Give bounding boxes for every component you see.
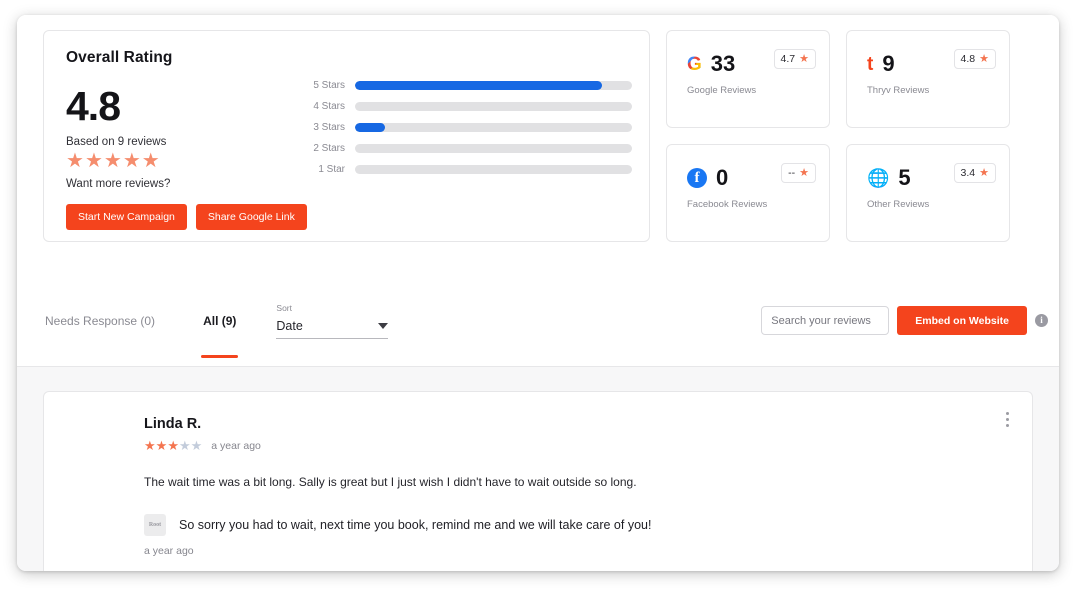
rating-bar-label: 1 Star	[318, 164, 345, 175]
stat-card-count: 33	[710, 51, 736, 76]
star-icon: ★	[155, 438, 168, 453]
stat-card-label: Google Reviews	[687, 85, 757, 96]
rating-bar-row: 1 Star	[302, 159, 632, 180]
review-meta: ★ ★ ★ ★ ★ a year ago	[144, 439, 1006, 452]
stat-card-rating-badge: 3.4 ★	[953, 163, 996, 183]
star-icon: ★	[122, 150, 141, 172]
rating-bar-row: 3 Stars	[302, 117, 632, 138]
rating-bar-label: 3 Stars	[313, 122, 345, 133]
review-reply-text: So sorry you had to wait, next time you …	[179, 518, 652, 532]
stat-card-label: Facebook Reviews	[687, 199, 768, 210]
app-window: Overall Rating 4.8 Based on 9 reviews ★ ★…	[17, 15, 1059, 571]
star-icon: ★	[979, 52, 989, 65]
stat-card-rating-value: 4.8	[960, 53, 976, 65]
overall-actions: Start New Campaign Share Google Link	[66, 204, 627, 230]
stat-card-rating-value: 4.7	[780, 53, 796, 65]
star-icon: ★	[66, 150, 84, 172]
stat-card-rating-value: 3.4	[960, 167, 976, 179]
sort-selected-value: Date	[276, 318, 303, 333]
sort-select[interactable]: Date	[276, 316, 389, 339]
share-google-link-button[interactable]: Share Google Link	[195, 204, 307, 230]
stat-card-google-reviews[interactable]: G 33 Google Reviews 4.7 ★	[666, 30, 830, 128]
review-card: Linda R. ★ ★ ★ ★ ★ a year ago The wait time …	[43, 391, 1033, 571]
embed-on-website-button[interactable]: Embed on Website	[897, 306, 1027, 335]
stat-card-thryv-reviews[interactable]: t 9 Thryv Reviews 4.8 ★	[846, 30, 1010, 128]
info-icon[interactable]: i	[1035, 314, 1048, 327]
star-icon: ★	[144, 438, 156, 453]
rating-bar-label: 4 Stars	[313, 101, 345, 112]
stat-card-count: 5	[898, 165, 911, 190]
stat-card-label: Other Reviews	[867, 199, 930, 210]
review-body-text: The wait time was a bit long. Sally is g…	[144, 475, 637, 489]
sort-control[interactable]: Sort Date	[276, 302, 389, 339]
rating-bar-fill	[355, 123, 386, 132]
start-new-campaign-button[interactable]: Start New Campaign	[66, 204, 187, 230]
review-options-kebab-icon[interactable]	[1003, 409, 1012, 430]
rating-bar-fill	[355, 81, 602, 90]
review-tabs: Needs Response (0) All (9)	[43, 306, 239, 358]
review-reply: Root So sorry you had to wait, next time…	[144, 514, 1006, 536]
stat-card-facebook-reviews[interactable]: f 0 Facebook Reviews -- ★	[666, 144, 830, 242]
stat-card-count: 9	[882, 51, 895, 76]
star-icon: ★	[103, 150, 122, 172]
star-icon: ★	[799, 52, 809, 65]
filter-bar-tools: Embed on Website i	[761, 306, 1048, 335]
stat-card-count: 0	[716, 165, 729, 190]
facebook-icon: f	[687, 168, 707, 188]
review-reply-timestamp: a year ago	[144, 545, 194, 557]
rating-bar-track	[355, 165, 632, 174]
summary-region: Overall Rating 4.8 Based on 9 reviews ★ ★…	[17, 15, 1059, 275]
stat-card-rating-badge: 4.7 ★	[773, 49, 816, 69]
star-icon: ★	[799, 166, 809, 179]
star-icon: ★	[190, 438, 203, 453]
star-icon: ★	[167, 438, 179, 453]
reviews-filter-bar: Needs Response (0) All (9) Sort Date Embe…	[17, 275, 1059, 367]
star-icon: ★	[141, 150, 160, 172]
star-icon: ★	[84, 150, 103, 172]
rating-bar-row: 5 Stars	[302, 75, 632, 96]
rating-bar-track	[355, 123, 632, 132]
stat-card-other-reviews[interactable]: 🌐 5 Other Reviews 3.4 ★	[846, 144, 1010, 242]
thryv-icon: t	[867, 53, 874, 75]
google-icon: G	[687, 53, 702, 75]
stat-card-rating-value: --	[788, 167, 796, 179]
source-stat-row-bottom: f 0 Facebook Reviews -- ★ 🌐 5 Other Reviews 3.4 ★	[666, 144, 1010, 242]
stat-card-label: Thryv Reviews	[867, 85, 930, 96]
source-stat-row-top: G 33 Google Reviews 4.7 ★ t 9 Thryv Reviews 4.8 ★	[666, 30, 1010, 128]
source-stat-cards: G 33 Google Reviews 4.7 ★ t 9 Thryv Reviews 4.8 ★…	[666, 30, 1010, 242]
business-avatar: Root	[144, 514, 166, 536]
search-reviews-input[interactable]	[761, 306, 890, 335]
tab-needs-response-0[interactable]: Needs Response (0)	[43, 306, 157, 336]
sort-label: Sort	[276, 302, 292, 313]
rating-bar-label: 2 Stars	[313, 143, 345, 154]
overall-rating-title: Overall Rating	[66, 49, 173, 66]
tab-all-9[interactable]: All (9)	[201, 306, 239, 358]
reviews-list: Linda R. ★ ★ ★ ★ ★ a year ago The wait time …	[17, 367, 1059, 571]
overall-rating-card: Overall Rating 4.8 Based on 9 reviews ★ ★…	[43, 30, 650, 242]
rating-bar-row: 2 Stars	[302, 138, 632, 159]
stat-card-rating-badge: -- ★	[781, 163, 816, 183]
star-icon: ★	[979, 166, 989, 179]
globe-icon: 🌐	[867, 168, 890, 188]
summary-grid: Overall Rating 4.8 Based on 9 reviews ★ ★…	[43, 30, 1048, 242]
rating-bar-track	[355, 81, 632, 90]
star-icon: ★	[178, 438, 191, 453]
rating-bar-track	[355, 144, 632, 153]
rating-bar-track	[355, 102, 632, 111]
reviewer-name: Linda R.	[144, 416, 202, 432]
rating-bar-row: 4 Stars	[302, 96, 632, 117]
stat-card-rating-badge: 4.8 ★	[953, 49, 996, 69]
review-star-rating: ★ ★ ★ ★ ★	[144, 439, 202, 452]
chevron-down-icon	[378, 322, 389, 329]
rating-breakdown-chart: 5 Stars 4 Stars 3 Stars 2 Stars 1 Star	[302, 75, 632, 180]
rating-bar-label: 5 Stars	[313, 80, 345, 91]
review-timestamp: a year ago	[211, 439, 261, 452]
